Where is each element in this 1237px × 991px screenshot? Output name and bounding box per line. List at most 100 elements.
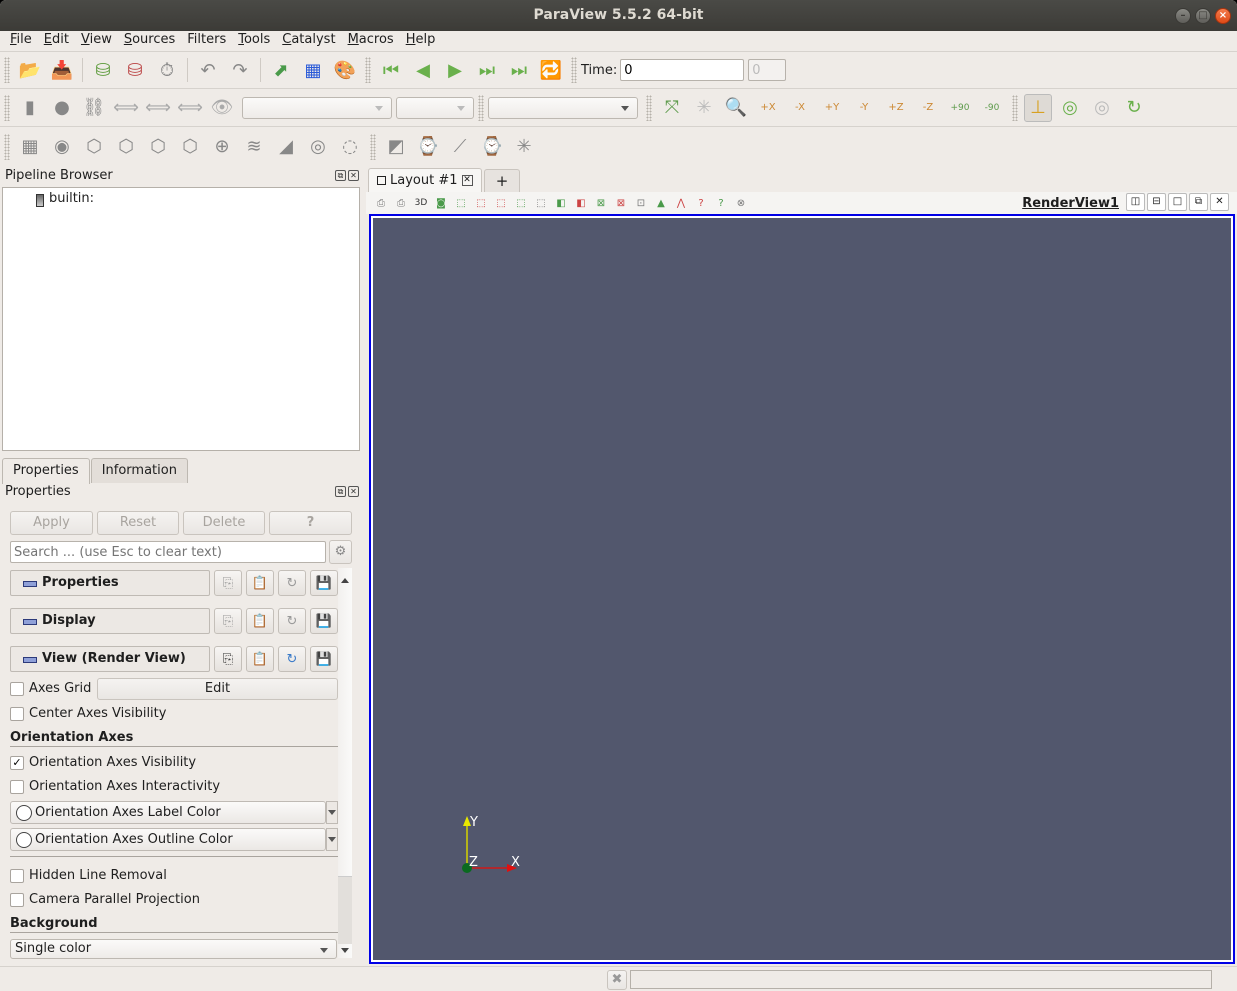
paste-icon[interactable]: 📋 <box>246 570 274 596</box>
tab-layout-1[interactable]: Layout #1 ✕ <box>368 168 482 192</box>
menu-filters[interactable]: Filters <box>181 31 232 51</box>
float-icon[interactable]: ⧉ <box>335 486 346 497</box>
pick-center-icon[interactable]: ↻ <box>1120 94 1148 122</box>
previous-frame-icon[interactable]: ◀ <box>409 56 437 84</box>
contour-icon[interactable]: ◉ <box>48 133 76 161</box>
render-canvas[interactable]: Y Z X <box>373 218 1231 960</box>
plot-selection-over-time-icon[interactable]: ⌚ <box>414 133 442 161</box>
edit-color-map-icon[interactable]: ● <box>48 94 76 122</box>
save-data-icon[interactable]: 📥 <box>48 56 76 84</box>
clear-selection-icon[interactable]: ⊗ <box>732 195 750 211</box>
calculator-icon[interactable]: ▦ <box>16 133 44 161</box>
save-defaults-icon[interactable]: 💾 <box>310 646 338 672</box>
menu-edit[interactable]: Edit <box>38 31 75 51</box>
axes-grid-edit-button[interactable]: Edit <box>97 678 338 700</box>
scroll-handle[interactable] <box>338 876 352 944</box>
split-vertical-icon[interactable]: ⊟ <box>1147 193 1166 211</box>
redo-icon[interactable]: ↷ <box>226 56 254 84</box>
show-center-icon[interactable]: ◎ <box>1056 94 1084 122</box>
label-color-dropdown[interactable] <box>326 801 338 824</box>
plot-data-over-time-icon[interactable]: ⌚ <box>478 133 506 161</box>
properties-search-input[interactable] <box>10 541 326 563</box>
add-layout-tab-button[interactable]: + <box>484 169 520 192</box>
color-palette-icon[interactable]: 🎨 <box>331 56 359 84</box>
clip-icon[interactable]: ⬡ <box>80 133 108 161</box>
extract-subset-icon[interactable]: ⬡ <box>176 133 204 161</box>
background-select[interactable]: Single color <box>10 939 337 959</box>
section-view[interactable]: View (Render View) <box>10 646 210 672</box>
outline-color-button[interactable]: Orientation Axes Outline Color <box>10 828 326 851</box>
reset-session-icon[interactable]: ⬈ <box>267 56 295 84</box>
split-horizontal-icon[interactable]: ◫ <box>1126 193 1145 211</box>
menu-file[interactable]: File <box>4 31 38 51</box>
save-defaults-icon[interactable]: 💾 <box>310 608 338 634</box>
python-filter-icon[interactable]: ✳ <box>510 133 538 161</box>
rotate-minus-90-icon[interactable]: -90 <box>978 94 1006 122</box>
hidden-line-checkbox[interactable] <box>10 868 24 883</box>
section-properties[interactable]: Properties <box>10 570 210 596</box>
extract-level-icon[interactable]: ◌ <box>336 133 364 161</box>
grow-selection-icon[interactable]: ⊡ <box>632 195 650 211</box>
auto-apply-icon[interactable]: ⏱ <box>153 56 181 84</box>
group-datasets-icon[interactable]: ◎ <box>304 133 332 161</box>
undock-view-icon[interactable]: ⧉ <box>1189 193 1208 211</box>
select-cells-icon[interactable]: ⬚ <box>452 195 470 211</box>
zoom-to-box-icon[interactable]: 🔍 <box>722 94 750 122</box>
properties-scrollbar[interactable] <box>338 568 352 958</box>
select-block-icon[interactable]: ◧ <box>552 195 570 211</box>
zoom-closest-icon[interactable]: ✳ <box>690 94 718 122</box>
color-component-select[interactable] <box>396 96 474 119</box>
reset-range-icon[interactable]: ⛓ <box>80 94 108 122</box>
toolbar-grip[interactable] <box>4 57 10 83</box>
paste-icon[interactable]: 📋 <box>246 608 274 634</box>
close-button[interactable]: × <box>1215 8 1231 24</box>
rescale-visible-icon[interactable]: 👁 <box>208 94 236 122</box>
render-view-name[interactable]: RenderView1 <box>1022 196 1119 211</box>
apply-button[interactable]: Apply <box>10 511 93 535</box>
scroll-up-icon[interactable] <box>341 574 349 583</box>
copy-icon[interactable]: ⎘ <box>214 570 242 596</box>
capture-screenshot-icon[interactable]: ⎙ <box>372 195 390 211</box>
view-minus-z-icon[interactable]: -Z <box>914 94 942 122</box>
orientation-interactivity-checkbox[interactable] <box>10 779 24 794</box>
undo-icon[interactable]: ↶ <box>194 56 222 84</box>
maximize-button[interactable]: □ <box>1195 8 1211 24</box>
toggle-orientation-axes-icon[interactable]: ⊥ <box>1024 93 1052 122</box>
select-polygon-icon[interactable]: ◧ <box>572 195 590 211</box>
toggle-3d-button[interactable]: 3D <box>412 195 430 211</box>
minimize-button[interactable]: – <box>1175 8 1191 24</box>
loop-icon[interactable]: 🔁 <box>537 56 565 84</box>
close-dock-icon[interactable]: ✕ <box>348 170 359 181</box>
maximize-view-icon[interactable]: □ <box>1168 193 1187 211</box>
close-dock-icon[interactable]: ✕ <box>348 486 359 497</box>
section-display[interactable]: Display <box>10 608 210 634</box>
view-minus-x-icon[interactable]: -X <box>786 94 814 122</box>
select-points-icon[interactable]: ⬚ <box>472 195 490 211</box>
render-view[interactable]: Y Z X <box>369 214 1235 964</box>
outline-color-dropdown[interactable] <box>326 828 338 851</box>
orientation-visibility-checkbox[interactable]: ✓ <box>10 755 24 770</box>
next-frame-icon[interactable]: ⏭ <box>473 56 501 84</box>
close-view-icon[interactable]: ✕ <box>1210 193 1229 211</box>
reset-center-icon[interactable]: ◎ <box>1088 94 1116 122</box>
reset-button[interactable]: Reset <box>97 511 179 535</box>
extract-selection-icon[interactable]: ◩ <box>382 133 410 161</box>
copy-icon[interactable]: ⎘ <box>214 608 242 634</box>
reset-camera-icon[interactable]: ⤧ <box>658 94 686 122</box>
scroll-down-icon[interactable] <box>341 948 349 957</box>
delete-button[interactable]: Delete <box>183 511 265 535</box>
color-legend-icon[interactable]: ▮ <box>16 94 44 122</box>
interactive-select-icon[interactable]: ▲ <box>652 195 670 211</box>
tab-properties[interactable]: Properties <box>2 458 90 484</box>
glyph-icon[interactable]: ⊕ <box>208 133 236 161</box>
slice-icon[interactable]: ⬡ <box>112 133 140 161</box>
stream-tracer-icon[interactable]: ≋ <box>240 133 268 161</box>
menu-tools[interactable]: Tools <box>232 31 276 51</box>
close-tab-icon[interactable]: ✕ <box>461 175 473 186</box>
paste-icon[interactable]: 📋 <box>246 646 274 672</box>
float-icon[interactable]: ⧉ <box>335 170 346 181</box>
rotate-plus-90-icon[interactable]: +90 <box>946 94 974 122</box>
menu-view[interactable]: View <box>75 31 118 51</box>
select-points-interactive-icon[interactable]: ⬚ <box>532 195 550 211</box>
time-input[interactable] <box>620 59 745 81</box>
